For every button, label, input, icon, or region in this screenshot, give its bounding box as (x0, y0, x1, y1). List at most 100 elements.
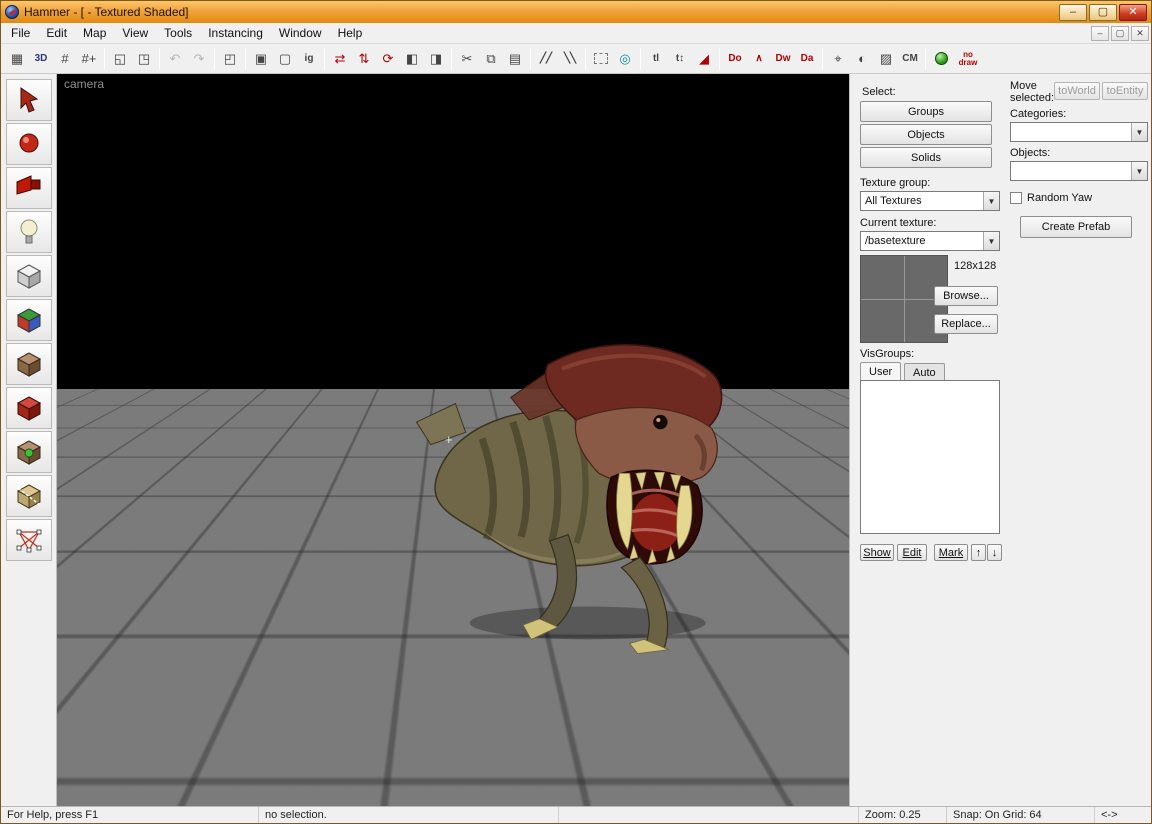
menu-item-help[interactable]: Help (330, 24, 371, 42)
texture-lock-small-icon[interactable]: tl (644, 47, 668, 71)
magnify-tool-icon (19, 133, 38, 153)
categories-select[interactable]: ▼ (1010, 122, 1148, 142)
load-window-state-icon[interactable]: ◱ (108, 47, 132, 71)
visgroup-edit-button[interactable]: Edit (897, 544, 927, 561)
top-bottom-view-icon[interactable]: t↕ (668, 47, 692, 71)
current-texture-select[interactable]: /basetexture ▼ (860, 231, 1000, 251)
chevron-down-icon[interactable]: ▼ (1131, 162, 1147, 180)
toolbar-separator (640, 47, 641, 70)
select-objects-button[interactable]: Objects (860, 124, 992, 145)
replace-button[interactable]: Replace... (934, 314, 998, 334)
menu-item-tools[interactable]: Tools (156, 24, 200, 42)
visgroups-list[interactable] (860, 380, 1000, 534)
larger-grid-icon[interactable]: #+ (77, 47, 101, 71)
to-world-button[interactable]: toWorld (1054, 82, 1100, 100)
minimize-button[interactable]: – (1059, 3, 1087, 21)
rotate-90-icon[interactable]: ⟳ (376, 47, 400, 71)
visgroup-mark-button[interactable]: Mark (934, 544, 968, 561)
carve-icon[interactable]: ◰ (218, 47, 242, 71)
texture-group-select[interactable]: All Textures ▼ (860, 191, 1000, 211)
status-coords: <-> (1101, 809, 1118, 821)
menu-item-file[interactable]: File (3, 24, 38, 42)
cut-icon[interactable]: ✂ (455, 47, 479, 71)
sphere-view-icon[interactable]: ◐ (850, 47, 874, 71)
random-yaw-checkbox[interactable] (1010, 192, 1022, 204)
show-hidden-icon[interactable]: ◨ (424, 47, 448, 71)
hide-selected-icon[interactable]: ◧ (400, 47, 424, 71)
tab-auto[interactable]: Auto (904, 363, 945, 381)
vertex-tool-button[interactable] (5, 519, 52, 561)
menu-item-instancing[interactable]: Instancing (200, 24, 271, 42)
mdi-close-button[interactable]: ✕ (1131, 25, 1149, 41)
objects-select[interactable]: ▼ (1010, 161, 1148, 181)
texture-scale-lock-icon[interactable]: ╲╲ (558, 47, 582, 71)
apply-decals-tool-button[interactable] (5, 387, 52, 429)
wedge-display-icon[interactable]: ◢ (692, 47, 716, 71)
ignore-groups-icon[interactable]: ig (297, 47, 321, 71)
ungroup-icon[interactable]: ▢ (273, 47, 297, 71)
visgroup-show-button[interactable]: Show (860, 544, 894, 561)
entity-tool-button[interactable] (5, 211, 52, 253)
display-wireframe-icon[interactable]: ∧ (747, 47, 771, 71)
close-button[interactable]: ✕ (1119, 3, 1147, 21)
status-selection: no selection. (259, 807, 559, 823)
visgroup-up-button[interactable]: ↑ (971, 544, 986, 561)
toggle-3d-grid-icon[interactable]: 3D (29, 47, 53, 71)
entity-tool-icon (20, 219, 37, 244)
mdi-restore-button[interactable]: ▢ (1111, 25, 1129, 41)
save-window-state-icon[interactable]: ◳ (132, 47, 156, 71)
display-do-icon[interactable]: Do (723, 47, 747, 71)
menu-item-window[interactable]: Window (271, 24, 330, 42)
smaller-grid-icon[interactable]: # (53, 47, 77, 71)
title-bar[interactable]: Hammer - [ - Textured Shaded] – ▢ ✕ (1, 1, 1151, 23)
block-tool-button[interactable] (5, 255, 52, 297)
undo-icon[interactable]: ↶ (163, 47, 187, 71)
clipping-tool-button[interactable] (5, 475, 52, 517)
select-solids-button[interactable]: Solids (860, 147, 992, 168)
chevron-down-icon[interactable]: ▼ (983, 232, 999, 250)
maximize-button[interactable]: ▢ (1089, 3, 1117, 21)
group-icon[interactable]: ▣ (249, 47, 273, 71)
select-touching-icon[interactable] (589, 47, 613, 71)
mdi-minimize-button[interactable]: – (1091, 25, 1109, 41)
to-entity-button[interactable]: toEntity (1102, 82, 1148, 100)
overlay-tool-button[interactable] (5, 431, 52, 473)
viewport-3d[interactable]: camera + (57, 74, 849, 806)
apply-current-texture-tool-button[interactable] (5, 343, 52, 385)
redo-icon[interactable]: ↷ (187, 47, 211, 71)
chevron-down-icon[interactable]: ▼ (983, 192, 999, 210)
menu-item-edit[interactable]: Edit (38, 24, 75, 42)
select-groups-button[interactable]: Groups (860, 101, 992, 122)
texture-view-toggle-icon[interactable]: ▨ (874, 47, 898, 71)
visgroup-down-button[interactable]: ↓ (987, 544, 1002, 561)
status-zoom: Zoom: 0.25 (859, 807, 947, 823)
camera-tool-button[interactable] (5, 167, 52, 209)
paste-icon[interactable]: ▤ (503, 47, 527, 71)
texture-lock-icon[interactable]: ╱╱ (534, 47, 558, 71)
cm-toggle-icon[interactable]: CM (898, 47, 922, 71)
texture-application-tool-button[interactable] (5, 299, 52, 341)
browse-button[interactable]: Browse... (934, 286, 998, 306)
flip-vertical-icon[interactable]: ⇅ (352, 47, 376, 71)
monster-model (415, 344, 723, 655)
chevron-down-icon[interactable]: ▼ (1131, 123, 1147, 141)
pointfile-icon[interactable]: ⌖ (826, 47, 850, 71)
categories-label: Categories: (1010, 108, 1067, 120)
toolbar-separator (822, 47, 823, 70)
copy-icon[interactable]: ⧉ (479, 47, 503, 71)
magnify-to-selection-icon[interactable]: ◎ (613, 47, 637, 71)
create-prefab-button[interactable]: Create Prefab (1020, 216, 1132, 238)
selection-tool-button[interactable] (5, 79, 52, 121)
tab-user[interactable]: User (860, 362, 902, 380)
toggle-grid-icon[interactable]: ▦ (5, 47, 29, 71)
menu-item-map[interactable]: Map (75, 24, 114, 42)
menu-item-view[interactable]: View (114, 24, 156, 42)
run-map-icon[interactable] (929, 47, 953, 71)
toolbar-separator (585, 47, 586, 70)
flip-horizontal-icon[interactable]: ⇄ (328, 47, 352, 71)
no-draw-icon[interactable]: no draw (953, 47, 983, 71)
display-da-icon[interactable]: Da (795, 47, 819, 71)
magnify-tool-button[interactable] (5, 123, 52, 165)
display-dw-icon[interactable]: Dw (771, 47, 795, 71)
right-panel: Select: Groups Objects Solids Texture gr… (849, 74, 1151, 806)
